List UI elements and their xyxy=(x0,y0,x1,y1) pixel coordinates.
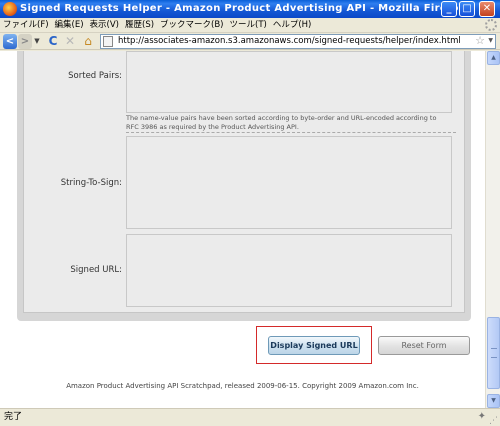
window-title: Signed Requests Helper - Amazon Product … xyxy=(20,3,466,14)
url-dropdown-icon[interactable]: ▼ xyxy=(488,37,493,44)
status-text: 完了 xyxy=(4,412,23,422)
reload-button[interactable]: C xyxy=(46,34,60,49)
display-signed-url-button[interactable]: Display Signed URL xyxy=(268,336,360,355)
scroll-up-icon[interactable]: ▲ xyxy=(487,51,500,65)
status-bar: 完了 ✦ ⋰ xyxy=(0,408,500,426)
vertical-scrollbar[interactable]: ▲ ▼ xyxy=(485,51,500,408)
navigation-toolbar: < > ▼ C ✕ ⌂ http://associates-amazon.s3.… xyxy=(0,33,500,50)
url-bar[interactable]: http://associates-amazon.s3.amazonaws.co… xyxy=(100,34,496,49)
signed-request-form: Sorted Pairs: The name-value pairs have … xyxy=(17,51,471,321)
close-button[interactable]: ✕ xyxy=(479,1,495,17)
maximize-button[interactable]: □ xyxy=(459,1,475,17)
menu-file[interactable]: ファイル(F) xyxy=(0,18,52,33)
throbber-icon xyxy=(485,19,497,31)
menu-history[interactable]: 履歴(S) xyxy=(122,18,157,33)
page-footer: Amazon Product Advertising API Scratchpa… xyxy=(66,382,419,390)
forward-button[interactable]: > xyxy=(18,34,32,49)
sorted-pairs-note: The name-value pairs have been sorted ac… xyxy=(126,114,437,131)
back-button[interactable]: < xyxy=(3,34,17,49)
form-panel: Sorted Pairs: The name-value pairs have … xyxy=(23,51,465,313)
string-to-sign-textarea[interactable] xyxy=(126,136,452,229)
home-button[interactable]: ⌂ xyxy=(81,34,95,49)
page-icon xyxy=(103,36,113,47)
divider xyxy=(126,132,456,133)
history-dropdown-icon[interactable]: ▼ xyxy=(33,34,41,49)
title-bar: Signed Requests Helper - Amazon Product … xyxy=(0,0,500,18)
sorted-pairs-textarea[interactable] xyxy=(126,51,452,113)
firefox-logo-icon xyxy=(3,2,17,16)
url-text[interactable]: http://associates-amazon.s3.amazonaws.co… xyxy=(118,35,461,48)
menu-help[interactable]: ヘルプ(H) xyxy=(270,18,315,33)
menu-bookmarks[interactable]: ブックマーク(B) xyxy=(157,18,226,33)
scroll-down-icon[interactable]: ▼ xyxy=(487,394,500,408)
bookmark-star-icon[interactable]: ☆ xyxy=(475,34,485,47)
menu-bar: ファイル(F) 編集(E) 表示(V) 履歴(S) ブックマーク(B) ツール(T) ヘルプ… xyxy=(0,18,500,33)
signed-url-label: Signed URL: xyxy=(70,265,122,275)
menu-edit[interactable]: 編集(E) xyxy=(52,18,87,33)
menu-tools[interactable]: ツール(T) xyxy=(227,18,270,33)
signed-url-textarea[interactable] xyxy=(126,234,452,307)
sorted-pairs-label: Sorted Pairs: xyxy=(68,71,122,81)
reset-form-button[interactable]: Reset Form xyxy=(378,336,470,355)
resize-grip-icon[interactable]: ⋰ xyxy=(489,413,498,426)
stop-button[interactable]: ✕ xyxy=(63,34,77,49)
minimize-button[interactable]: _ xyxy=(441,1,457,17)
addon-icon[interactable]: ✦ xyxy=(478,409,486,425)
scrollbar-thumb[interactable] xyxy=(487,317,500,389)
page-viewport: Sorted Pairs: The name-value pairs have … xyxy=(0,51,485,408)
menu-view[interactable]: 表示(V) xyxy=(87,18,122,33)
string-to-sign-label: String-To-Sign: xyxy=(60,178,122,188)
